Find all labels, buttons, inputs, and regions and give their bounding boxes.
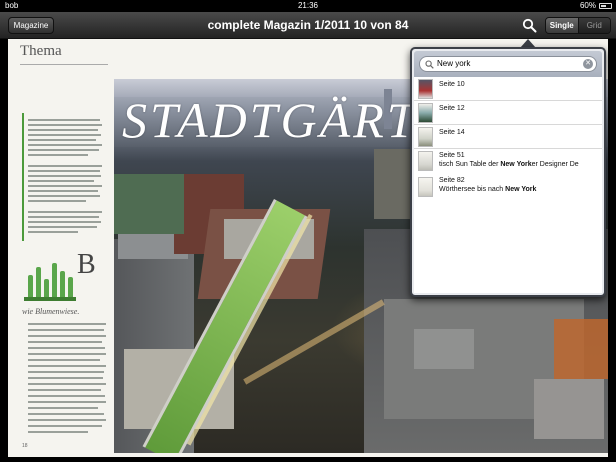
search-result[interactable]: Seite 82 Wörthersee bis nach New York bbox=[414, 175, 602, 199]
section-rule bbox=[20, 64, 108, 65]
search-result[interactable]: Seite 12 bbox=[414, 101, 602, 125]
plant-illustration: B bbox=[22, 245, 104, 305]
search-results-list: Seite 10 Seite 12 Seite 14 Seite 51 tisc… bbox=[414, 77, 602, 293]
search-field-icon bbox=[425, 60, 434, 69]
result-title: Seite 10 bbox=[439, 81, 465, 88]
magazine-button[interactable]: Magazine bbox=[8, 17, 54, 34]
search-result[interactable]: Seite 51 tisch Sun Table der New Yorker … bbox=[414, 149, 602, 175]
clock: 21:36 bbox=[297, 1, 319, 10]
search-popover: New york ✕ Seite 10 Seite 12 Seite 14 Se… bbox=[410, 47, 606, 297]
search-input[interactable]: New york ✕ bbox=[419, 56, 597, 72]
drop-cap-b: B bbox=[77, 249, 96, 280]
article-text-column: Thema B wie Blumenwiese. 18 bbox=[20, 43, 112, 453]
search-bar: New york ✕ bbox=[414, 51, 602, 77]
grid-view-button[interactable]: Grid bbox=[577, 18, 610, 33]
page-title: complete Magazin 1/2011 10 von 84 bbox=[207, 18, 409, 32]
intro-text-block bbox=[22, 113, 104, 241]
page-thumbnail bbox=[418, 177, 433, 197]
status-bar: bob 21:36 60% bbox=[0, 0, 616, 12]
section-heading: Thema bbox=[20, 43, 62, 59]
clear-search-icon[interactable]: ✕ bbox=[583, 59, 593, 69]
page-thumbnail bbox=[418, 79, 433, 99]
result-title: Seite 82 bbox=[439, 177, 465, 184]
result-title: Seite 51 bbox=[439, 152, 465, 159]
battery-percent: 60% bbox=[579, 1, 596, 10]
top-toolbar: Magazine complete Magazin 1/2011 10 von … bbox=[0, 12, 616, 39]
view-mode-control: Single Grid bbox=[545, 17, 611, 34]
search-result[interactable]: Seite 10 bbox=[414, 77, 602, 101]
result-title: Seite 14 bbox=[439, 129, 465, 136]
page-number: 18 bbox=[22, 443, 28, 449]
page-thumbnail bbox=[418, 127, 433, 147]
battery-icon bbox=[599, 3, 612, 9]
single-view-button[interactable]: Single bbox=[546, 18, 578, 33]
page-thumbnail bbox=[418, 151, 433, 171]
search-icon[interactable] bbox=[522, 18, 537, 33]
search-result[interactable]: Seite 14 bbox=[414, 125, 602, 149]
plant-caption: wie Blumenwiese. bbox=[22, 307, 80, 316]
search-query: New york bbox=[437, 59, 471, 68]
page-thumbnail bbox=[418, 103, 433, 123]
result-snippet: tisch Sun Table der New Yorker Designer … bbox=[439, 161, 579, 168]
headline: STADTGÄRT bbox=[122, 92, 418, 148]
result-snippet: Wörthersee bis nach New York bbox=[439, 186, 537, 193]
result-title: Seite 12 bbox=[439, 105, 465, 112]
